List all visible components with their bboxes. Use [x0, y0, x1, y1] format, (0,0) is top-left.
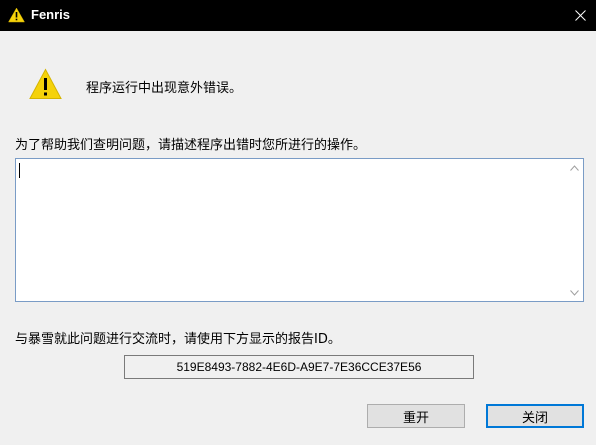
close-button[interactable]: 关闭 — [486, 404, 584, 428]
scroll-down-icon[interactable] — [566, 284, 583, 301]
title-bar[interactable]: Fenris — [0, 0, 596, 31]
warning-icon — [29, 68, 62, 99]
close-icon[interactable] — [565, 0, 596, 31]
window-title: Fenris — [31, 7, 71, 22]
report-id-label: 与暴雪就此问题进行交流时，请使用下方显示的报告ID。 — [15, 332, 341, 347]
report-id-field[interactable]: 519E8493-7882-4E6D-A9E7-7E36CCE37E56 — [124, 355, 474, 379]
vertical-scrollbar[interactable] — [566, 159, 583, 301]
restart-button[interactable]: 重开 — [367, 404, 465, 428]
description-textarea[interactable] — [15, 158, 584, 302]
warning-icon — [8, 7, 25, 23]
text-caret — [19, 163, 20, 178]
error-message: 程序运行中出现意外错误。 — [86, 81, 243, 96]
description-prompt: 为了帮助我们查明问题，请描述程序出错时您所进行的操作。 — [15, 138, 367, 153]
scroll-up-icon[interactable] — [566, 159, 583, 176]
